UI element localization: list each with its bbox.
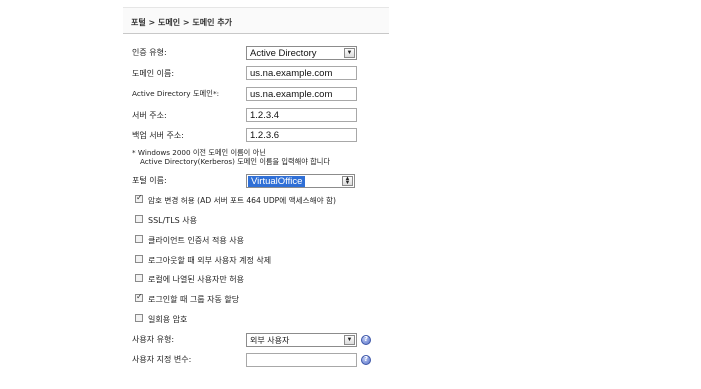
portal-name-value: VirtualOffice — [248, 176, 306, 187]
delete-external-accounts-checkbox[interactable] — [135, 255, 143, 263]
allow-password-change-checkbox[interactable] — [135, 193, 143, 203]
breadcrumb: 포털 > 도메인 > 도메인 추가 — [131, 18, 232, 27]
allow-password-change-label: 암호 변경 허용 (AD 서버 포트 464 UDP에 액세스해야 함) — [148, 196, 336, 205]
client-certificate-label: 클라이언트 인증서 적용 사용 — [148, 236, 244, 245]
add-domain-panel: 포털 > 도메인 > 도메인 추가 인증 유형: Active Director… — [123, 7, 389, 389]
chevron-down-icon[interactable]: ▼ — [344, 48, 355, 58]
user-type-label: 사용자 유형: — [132, 335, 175, 344]
auto-assign-groups-label: 로그인할 때 그룹 자동 할당 — [148, 295, 240, 304]
ssl-tls-label: SSL/TLS 사용 — [148, 216, 197, 225]
user-count-label: 사용자 지정 변수: — [132, 355, 192, 364]
user-count-field[interactable] — [246, 353, 357, 367]
backup-server-label: 백업 서버 주소: — [132, 131, 184, 140]
ad-domain-label: Active Directory 도메인*: — [132, 89, 220, 98]
portal-name-select[interactable]: VirtualOffice ▲ ▼ — [246, 174, 355, 188]
local-users-only-label: 로컬에 나열된 사용자만 허용 — [148, 275, 244, 284]
one-time-password-checkbox[interactable] — [135, 314, 143, 322]
server-address-field[interactable]: 1.2.3.4 — [246, 108, 357, 122]
auth-type-select[interactable]: Active Directory ▼ — [246, 46, 357, 60]
auto-assign-groups-checkbox[interactable] — [135, 292, 143, 302]
auth-type-label: 인증 유형: — [132, 48, 167, 57]
auth-type-value: Active Directory — [250, 48, 317, 59]
up-down-spinner-icon[interactable]: ▲ ▼ — [342, 176, 353, 186]
server-address-label: 서버 주소: — [132, 111, 167, 120]
ssl-tls-checkbox[interactable] — [135, 215, 143, 223]
user-type-value: 외부 사용자 — [250, 336, 290, 345]
one-time-password-label: 일회용 암호 — [148, 315, 188, 324]
user-type-select[interactable]: 외부 사용자 ▼ — [246, 333, 357, 347]
local-users-only-checkbox[interactable] — [135, 274, 143, 282]
breadcrumb-bar: 포털 > 도메인 > 도메인 추가 — [123, 7, 389, 34]
help-icon[interactable] — [361, 335, 371, 345]
delete-external-accounts-label: 로그아웃할 때 외부 사용자 계정 삭제 — [148, 256, 272, 265]
help-icon[interactable] — [361, 355, 371, 365]
backup-server-field[interactable]: 1.2.3.6 — [246, 128, 357, 142]
domain-note-line1: * Windows 2000 이전 도메인 이름이 아닌 — [132, 148, 266, 157]
domain-note-line2: Active Directory(Kerberos) 도메인 이름을 입력해야 … — [140, 157, 331, 166]
domain-name-label: 도메인 이름: — [132, 69, 175, 78]
ad-domain-field[interactable]: us.na.example.com — [246, 87, 357, 101]
portal-name-label: 포털 이름: — [132, 176, 167, 185]
client-certificate-checkbox[interactable] — [135, 235, 143, 243]
domain-name-field[interactable]: us.na.example.com — [246, 66, 357, 80]
chevron-down-icon[interactable]: ▼ — [344, 335, 355, 345]
